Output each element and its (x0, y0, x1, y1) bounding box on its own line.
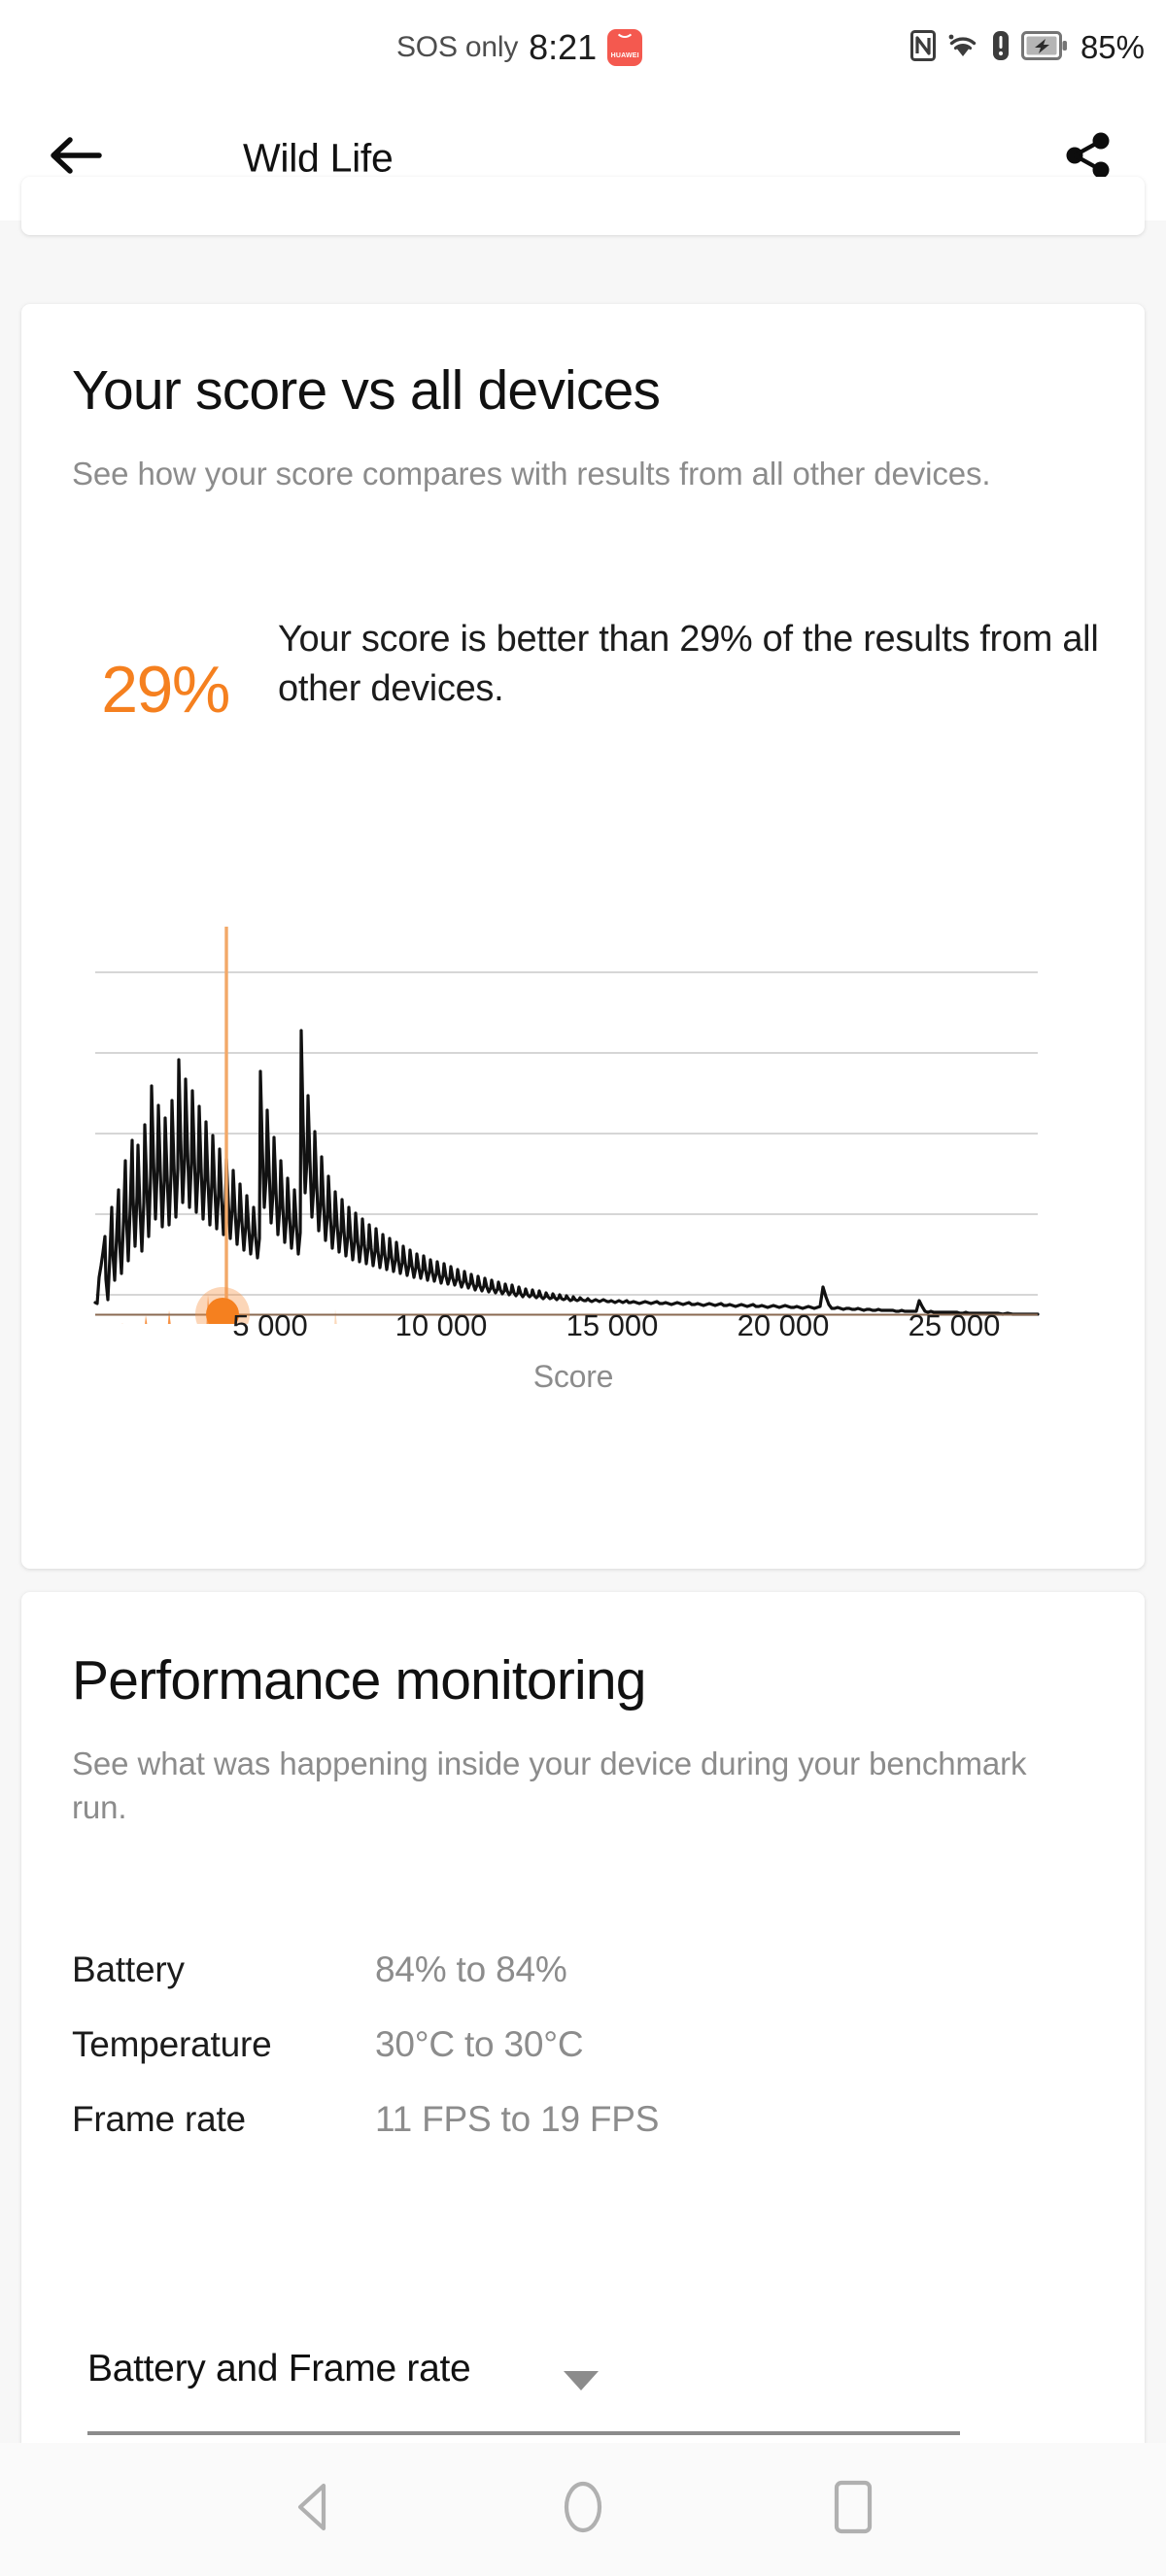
chart-series-dropdown-label: Battery and Frame rate (87, 2348, 471, 2390)
perf-card-title: Performance monitoring (72, 1649, 646, 1712)
battery-charging-icon (1020, 30, 1068, 65)
chevron-down-icon[interactable] (564, 2371, 599, 2390)
chart-x-axis-title: Score (532, 1359, 614, 1394)
stat-row-temperature: Temperature 30°C to 30°C (72, 2024, 1102, 2096)
phone-screen: SOS only 8:21 HUAWEI 85% Wild Life Your … (0, 0, 1166, 2576)
perf-card-subtitle: See what was happening inside your devic… (72, 1746, 1027, 1825)
nav-back-icon (291, 2482, 335, 2537)
score-marker (195, 927, 250, 1324)
chart-x-tick-labels: 5 000 10 000 15 000 20 000 25 000 (21, 1308, 1145, 1357)
stat-value-battery: 84% to 84% (375, 1949, 567, 1989)
x-tick-25000: 25 000 (908, 1308, 1001, 1342)
bluetooth-icon (990, 30, 1012, 66)
previous-card-partial (21, 177, 1145, 235)
stat-label-frame-rate: Frame rate (72, 2099, 246, 2139)
percentile-value: 29% (101, 653, 230, 727)
nav-home-icon (560, 2480, 606, 2539)
stat-value-frame-rate: 11 FPS to 19 FPS (375, 2099, 660, 2139)
nav-recents-button[interactable] (808, 2465, 898, 2555)
stat-label-battery: Battery (72, 1949, 185, 1989)
scroll-content[interactable]: Your score vs all devices See how your s… (0, 177, 1166, 2495)
huawei-arc-shape (615, 29, 635, 38)
x-tick-10000: 10 000 (394, 1308, 488, 1342)
battery-percent-label: 85% (1080, 29, 1145, 65)
stat-label-temperature: Temperature (72, 2024, 272, 2064)
status-bar-right: 85% (909, 0, 1145, 95)
distribution-curve (93, 1029, 1040, 1316)
chart-series-dropdown[interactable]: Battery and Frame rate (87, 2338, 960, 2435)
page-title: Wild Life (243, 135, 394, 180)
wifi-icon (945, 30, 980, 66)
x-tick-20000: 20 000 (737, 1308, 830, 1342)
huawei-appgallery-icon: HUAWEI (607, 29, 643, 66)
nav-recents-icon (834, 2480, 873, 2539)
percentile-row: 29% Your score is better than 29% of the… (72, 615, 1102, 728)
score-distribution-chart[interactable]: 5 000 10 000 15 000 20 000 25 000 Score (21, 916, 1145, 1557)
status-bar: SOS only 8:21 HUAWEI 85% (0, 0, 1166, 95)
nav-back-button[interactable] (268, 2465, 358, 2555)
status-bar-left-spacer (0, 0, 389, 95)
chart-svg (93, 927, 1040, 1324)
android-navigation-bar (0, 2443, 1166, 2576)
performance-monitoring-card: Performance monitoring See what was happ… (21, 1592, 1145, 2495)
percentile-description: Your score is better than 29% of the res… (278, 619, 1099, 709)
stat-value-temperature: 30°C to 30°C (375, 2024, 584, 2064)
stat-row-frame-rate: Frame rate 11 FPS to 19 FPS (72, 2099, 1102, 2171)
arrow-left-icon (49, 134, 103, 182)
score-comparison-card: Your score vs all devices See how your s… (21, 304, 1145, 1569)
huawei-badge-label: HUAWEI (610, 52, 639, 59)
score-card-title: Your score vs all devices (72, 359, 661, 422)
network-status-label: SOS only (396, 31, 519, 63)
clock-label: 8:21 (529, 27, 598, 67)
stat-row-battery: Battery 84% to 84% (72, 1949, 1102, 2021)
status-bar-center: SOS only 8:21 HUAWEI (396, 0, 643, 95)
score-card-subtitle: See how your score compares with results… (72, 456, 991, 491)
nfc-icon (909, 29, 936, 66)
x-tick-15000: 15 000 (566, 1308, 659, 1342)
x-tick-5000: 5 000 (232, 1308, 308, 1342)
chart-gridlines (95, 971, 1038, 1296)
nav-home-button[interactable] (538, 2465, 628, 2555)
